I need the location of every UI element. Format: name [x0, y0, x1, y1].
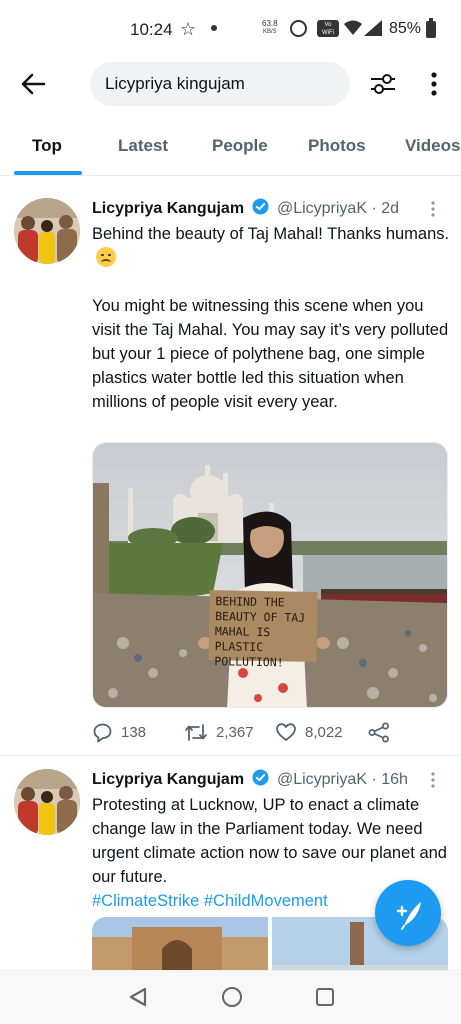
- reply-button[interactable]: 138: [92, 722, 146, 743]
- compose-tweet-button[interactable]: [375, 880, 441, 946]
- network-speed-value: 63.8: [262, 19, 278, 28]
- retweet-count: 2,367: [216, 724, 254, 741]
- tweet[interactable]: Licypriya Kangujam @LicypriyaK · 2d Behi…: [0, 186, 461, 756]
- status-time: 10:24: [130, 20, 173, 39]
- reply-count: 138: [121, 724, 147, 741]
- protest-sign: BEHIND THE BEAUTY OF TAJ MAHAL IS PLASTI…: [208, 590, 318, 669]
- tab-people[interactable]: People: [212, 136, 268, 156]
- volte-wifi-icon: Vo WiFi: [317, 20, 339, 37]
- avatar[interactable]: [14, 769, 80, 835]
- active-tab-indicator: [14, 171, 82, 175]
- tweet-text-paragraph: You might be witnessing this scene when …: [92, 297, 449, 411]
- avatar-image: [14, 198, 80, 264]
- feather-plus-icon: [396, 902, 421, 930]
- tweet-text-line1: Behind the beauty of Taj Mahal! Thanks h…: [92, 225, 450, 243]
- author-handle-time: @LicypriyaK · 2d: [276, 200, 400, 217]
- battery-percent: 85%: [389, 20, 422, 37]
- heart-icon: [276, 723, 296, 741]
- author-name[interactable]: Licypriya Kangujam: [92, 200, 244, 217]
- notification-dot-icon: [211, 25, 217, 31]
- verified-badge-icon: [252, 769, 268, 786]
- share-button[interactable]: [368, 722, 390, 743]
- tweet-image[interactable]: BEHIND THE BEAUTY OF TAJ MAHAL IS PLASTI…: [92, 442, 448, 708]
- network-speed: 63.8 KB/S: [262, 19, 278, 37]
- search-header: Licypriya kingujam: [0, 60, 461, 110]
- alarm-icon: [290, 20, 307, 37]
- tab-videos[interactable]: Videos: [405, 136, 460, 156]
- more-options-icon[interactable]: [426, 70, 442, 98]
- reply-icon: [93, 723, 112, 743]
- star-icon: ☆: [180, 19, 197, 39]
- tab-top[interactable]: Top: [32, 136, 62, 156]
- tweet-header: Licypriya Kangujam @LicypriyaK · 2d: [92, 198, 399, 218]
- search-input[interactable]: Licypriya kingujam: [90, 62, 350, 106]
- nav-home-icon[interactable]: [222, 987, 242, 1007]
- retweet-button[interactable]: 2,367: [184, 722, 254, 743]
- tweet-menu-icon[interactable]: [430, 200, 436, 218]
- avatar-image: [14, 769, 80, 835]
- author-handle-time: @LicypriyaK · 16h: [276, 771, 408, 788]
- like-count: 8,022: [305, 723, 343, 741]
- disappointed-face-emoji-icon: [96, 247, 116, 267]
- tab-photos[interactable]: Photos: [308, 136, 366, 156]
- nav-back-icon[interactable]: [128, 987, 148, 1007]
- battery-icon: [426, 18, 436, 38]
- share-icon: [368, 722, 389, 743]
- tweet-menu-icon[interactable]: [430, 771, 436, 789]
- wifi-icon: [344, 20, 362, 35]
- signal-icon: [364, 20, 382, 36]
- avatar[interactable]: [14, 198, 80, 264]
- network-speed-unit: KB/S: [262, 29, 277, 35]
- search-filter-icon[interactable]: [368, 69, 398, 99]
- tweet-text-paragraph: Protesting at Lucknow, UP to enact a cli…: [92, 796, 447, 886]
- nav-recents-icon[interactable]: [316, 988, 334, 1006]
- status-bar: 10:24 ☆ 63.8 KB/S Vo WiFi 85%: [0, 0, 461, 60]
- author-name[interactable]: Licypriya Kangujam: [92, 771, 244, 788]
- tweet-header: Licypriya Kangujam @LicypriyaK · 16h: [92, 769, 408, 789]
- search-tabs: Top Latest People Photos Videos: [0, 124, 461, 176]
- tweet-text: Behind the beauty of Taj Mahal! Thanks h…: [92, 222, 452, 414]
- back-arrow-icon[interactable]: [20, 72, 46, 96]
- system-navigation-bar: [0, 970, 461, 1024]
- retweet-icon: [185, 724, 207, 741]
- tab-latest[interactable]: Latest: [118, 136, 168, 156]
- like-button[interactable]: 8,022: [275, 722, 343, 742]
- verified-badge-icon: [252, 198, 268, 215]
- tweet-actions: 138 2,367 8,022: [92, 722, 452, 746]
